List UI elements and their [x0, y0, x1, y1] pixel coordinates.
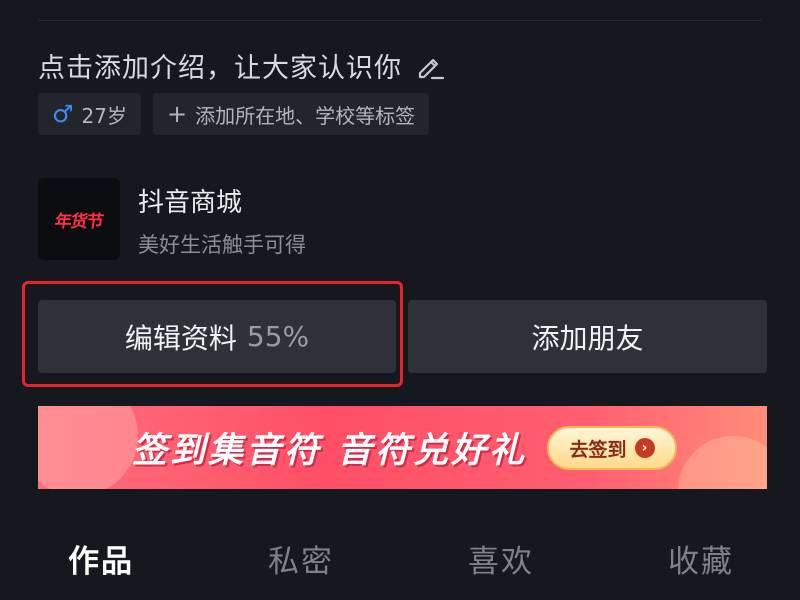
add-tags-button[interactable]: + 添加所在地、学校等标签 — [152, 93, 430, 135]
profile-tabs: 作品 私密 喜欢 收藏 — [0, 536, 800, 592]
shop-logo-text: 年货节 — [53, 211, 105, 232]
tab-private[interactable]: 私密 — [268, 536, 334, 581]
checkin-label: 去签到 — [569, 438, 627, 461]
chevron-right-icon: › — [634, 438, 655, 458]
top-divider — [38, 20, 762, 21]
edit-profile-button[interactable]: 编辑资料 55% — [38, 300, 396, 373]
shop-info: 抖音商城 美好生活触手可得 — [138, 178, 306, 259]
shop-name: 抖音商城 — [138, 188, 243, 218]
profile-completion: 55% — [246, 320, 310, 353]
checkin-button[interactable]: 去签到 › — [547, 426, 677, 470]
add-tags-label: 添加所在地、学校等标签 — [195, 103, 416, 128]
banner-title: 签到集音符 音符兑好礼 — [132, 431, 528, 471]
shop-logo: 年货节 — [38, 178, 120, 260]
checkin-banner[interactable]: 签到集音符 音符兑好礼 去签到 › — [38, 406, 767, 489]
banner-decoration — [38, 406, 138, 489]
banner-decoration — [678, 436, 767, 489]
age-tag[interactable]: ♂ 27岁 — [38, 93, 141, 135]
pencil-icon[interactable] — [414, 50, 446, 82]
male-icon: ♂ — [52, 100, 74, 128]
shop-subtitle: 美好生活触手可得 — [138, 233, 306, 257]
tab-favorites[interactable]: 收藏 — [668, 536, 734, 581]
shop-entry[interactable]: 年货节 抖音商城 美好生活触手可得 — [38, 178, 306, 260]
bio-placeholder[interactable]: 点击添加介绍，让大家认识你 — [38, 46, 402, 85]
edit-profile-label: 编辑资料 — [124, 321, 237, 355]
tab-likes[interactable]: 喜欢 — [468, 536, 534, 581]
plus-icon: + — [166, 100, 188, 128]
add-friend-button[interactable]: 添加朋友 — [408, 300, 767, 373]
add-friend-label: 添加朋友 — [531, 321, 644, 355]
tab-works[interactable]: 作品 — [68, 536, 134, 581]
profile-tags: ♂ 27岁 + 添加所在地、学校等标签 — [38, 93, 430, 135]
age-label: 27岁 — [81, 103, 127, 128]
bio-row[interactable]: 点击添加介绍，让大家认识你 — [38, 46, 446, 85]
